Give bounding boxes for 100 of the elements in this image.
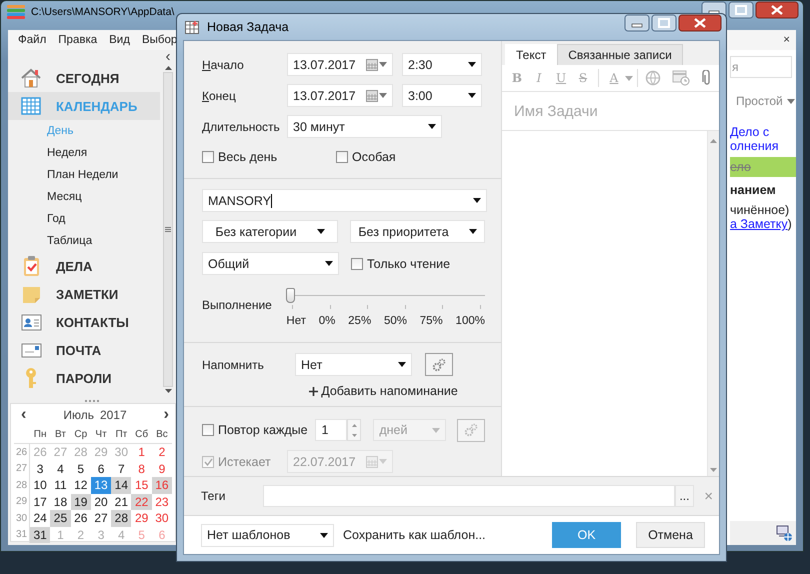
calendar-day[interactable]: 28: [111, 510, 132, 526]
calendar-day[interactable]: 3: [30, 460, 50, 477]
nav-item[interactable]: ПОЧТА: [8, 336, 160, 364]
nav-subitem[interactable]: Неделя: [8, 142, 160, 164]
calendar-day[interactable]: 9: [152, 460, 172, 477]
calendar-plus-icon: [185, 20, 199, 34]
browse-button[interactable]: ...: [674, 485, 694, 507]
progress-slider[interactable]: [286, 287, 485, 305]
nav-item[interactable]: ПАРОЛИ: [8, 364, 160, 392]
settings-button[interactable]: [425, 353, 453, 376]
calendar-day[interactable]: 2: [152, 444, 172, 460]
calendar-day[interactable]: 8: [131, 460, 152, 477]
calendar-day[interactable]: 25: [50, 510, 71, 526]
template-dropdown[interactable]: Нет шаблонов: [201, 524, 334, 546]
field-label: Начало: [202, 58, 245, 72]
calendar-day[interactable]: 24: [30, 510, 50, 526]
previous-month-button[interactable]: ‹: [21, 406, 26, 424]
calendar-day[interactable]: 30: [152, 510, 172, 526]
tab[interactable]: Текст: [505, 44, 558, 65]
task-text: а Заметку): [730, 217, 793, 231]
nav-item[interactable]: СЕГОДНЯ: [8, 64, 160, 92]
add-reminder-link[interactable]: Добавить напоминание: [309, 382, 458, 400]
close-button[interactable]: ×: [783, 34, 790, 46]
category-dropdown[interactable]: Без категории: [202, 220, 338, 243]
checkbox[interactable]: [202, 151, 214, 163]
menu-item[interactable]: Файл: [18, 34, 46, 46]
calendar-day[interactable]: 14: [111, 477, 132, 494]
calendar-day[interactable]: 1: [131, 444, 152, 460]
nav-item[interactable]: КОНТАКТЫ: [8, 308, 160, 336]
time-dropdown[interactable]: 3:00: [402, 84, 482, 107]
menu-item[interactable]: Правка: [58, 34, 98, 46]
priority-dropdown[interactable]: Без приоритета: [350, 220, 485, 243]
nav-subitem[interactable]: Таблица: [8, 230, 160, 252]
calendar-day[interactable]: 17: [30, 494, 50, 510]
note-link[interactable]: а Заметку: [730, 217, 788, 231]
calendar-day[interactable]: 12: [70, 477, 91, 494]
slider-thumb[interactable]: [286, 288, 296, 303]
checkbox-label: Повтор каждые: [218, 423, 308, 437]
minimize-icon: [624, 14, 650, 32]
tags-field[interactable]: [263, 485, 675, 507]
close-icon: [755, 1, 799, 19]
date-field[interactable]: 13.07.2017: [287, 84, 393, 107]
nav-subitem[interactable]: План Недели: [8, 164, 160, 186]
calendar-day[interactable]: 10: [30, 477, 50, 494]
calendar-day[interactable]: 15: [131, 477, 152, 494]
view-dropdown[interactable]: Простой: [736, 94, 796, 108]
calendar-day[interactable]: 29: [131, 510, 152, 526]
calendar-day[interactable]: 7: [111, 460, 132, 477]
calendar-day[interactable]: 20: [90, 494, 112, 510]
calendar-day[interactable]: 26: [70, 510, 91, 526]
save-template-link[interactable]: Сохранить как шаблон...: [343, 528, 552, 542]
tick-label: 100%: [456, 315, 485, 327]
checkbox[interactable]: [336, 151, 348, 163]
field-label: Теги: [201, 489, 226, 503]
calendar-day[interactable]: 11: [50, 477, 71, 494]
checkbox[interactable]: [351, 258, 363, 270]
calendar-day[interactable]: 31: [30, 526, 50, 543]
access-dropdown[interactable]: Общий: [202, 252, 339, 275]
calendar-day[interactable]: 27: [90, 510, 112, 526]
plus-icon: [309, 386, 318, 396]
calendar-day[interactable]: 4: [50, 460, 71, 477]
task-name-field[interactable]: Имя Задачи: [512, 102, 696, 120]
nav-item[interactable]: ЗАМЕТКИ: [8, 280, 160, 308]
task-link[interactable]: олнения: [730, 139, 796, 153]
checkbox-label: Особая: [352, 150, 396, 164]
nav-item[interactable]: ДЕЛА: [8, 252, 160, 280]
scroll-down-icon: [164, 389, 172, 393]
calendar-icon: [366, 456, 378, 468]
scroll-thumb[interactable]: [163, 72, 173, 387]
calendar-day[interactable]: 19: [70, 494, 91, 510]
next-month-button[interactable]: ›: [164, 406, 169, 424]
spin-buttons[interactable]: [347, 419, 362, 441]
nav-subitem[interactable]: Месяц: [8, 186, 160, 208]
section-heading: нанием: [730, 183, 777, 197]
calendar-day[interactable]: 18: [50, 494, 71, 510]
cancel-button[interactable]: Отмена: [636, 522, 705, 548]
calendar-day[interactable]: 21: [111, 494, 132, 510]
checkbox-label: Весь день: [218, 150, 278, 164]
calendar-icon: [20, 95, 42, 117]
gears-icon: [464, 423, 478, 437]
settings-button[interactable]: [457, 418, 485, 442]
duration-dropdown[interactable]: 30 минут: [287, 115, 442, 138]
scroll-down-icon: [710, 468, 717, 472]
menu-item[interactable]: Выбор: [142, 34, 178, 46]
tab[interactable]: Связанные записи: [557, 44, 683, 65]
reminder-dropdown[interactable]: Нет: [295, 353, 412, 376]
calendar-day[interactable]: 5: [70, 460, 91, 477]
nav-subitem[interactable]: Год: [8, 208, 160, 230]
calendar-day[interactable]: 23: [152, 494, 172, 510]
task-link[interactable]: Дело с: [730, 125, 796, 139]
date-field[interactable]: 13.07.2017: [287, 53, 393, 76]
collapse-button[interactable]: ‹: [166, 50, 170, 66]
owner-dropdown[interactable]: MANSORY: [202, 189, 487, 212]
tick-label: 75%: [420, 315, 443, 327]
menu-item[interactable]: Вид: [109, 34, 130, 46]
time-dropdown[interactable]: 2:30: [402, 53, 482, 76]
calendar-day[interactable]: 6: [90, 460, 112, 477]
search-field[interactable]: я: [730, 56, 792, 78]
caret-icon: [325, 261, 333, 266]
caret-icon: [428, 124, 436, 129]
